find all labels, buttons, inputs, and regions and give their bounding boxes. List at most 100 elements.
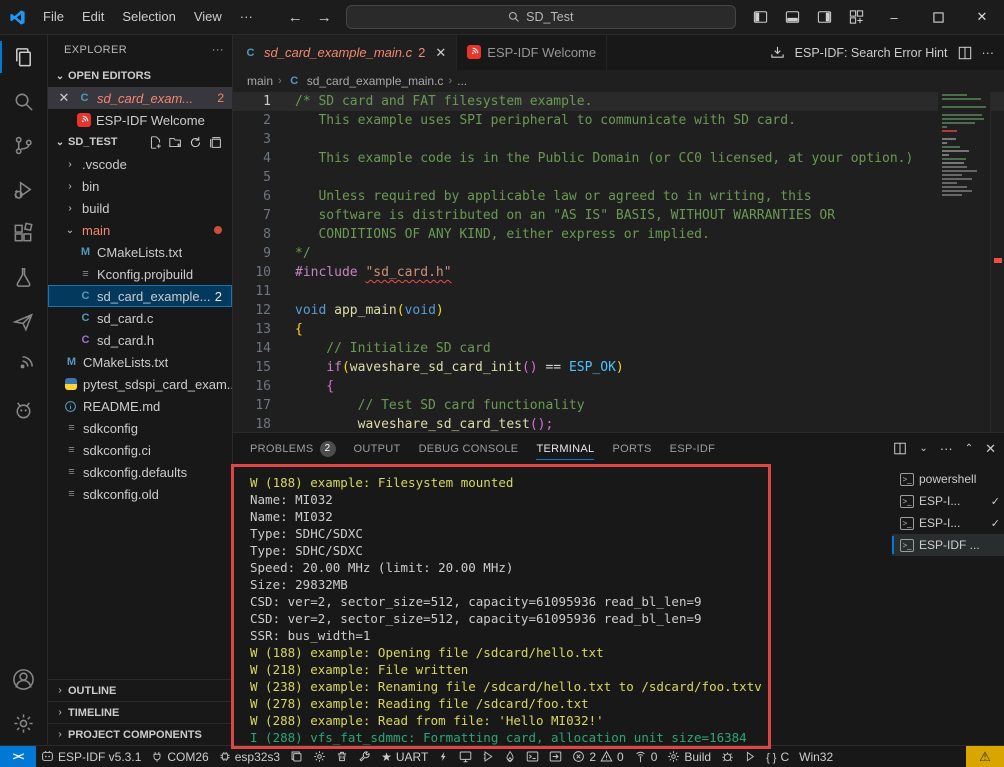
activity-run-debug-icon[interactable] [0, 167, 48, 211]
section-project-components[interactable]: ›PROJECT COMPONENTS [48, 723, 232, 745]
statusbar-debug-start[interactable] [477, 746, 499, 767]
tree-item-sdkconfig[interactable]: ≡ sdkconfig [48, 417, 232, 439]
tree-item--vscode[interactable]: › .vscode [48, 153, 232, 175]
warning-corner-badge[interactable]: ⚠ [966, 746, 1004, 767]
esp-idf-search-error-hint-action[interactable]: ESP-IDF: Search Error Hint [795, 46, 948, 60]
more-actions-icon[interactable]: ··· [940, 441, 953, 456]
activity-account[interactable] [0, 657, 48, 701]
terminal-instance[interactable]: >_ powershell [892, 468, 1004, 490]
menu-view[interactable]: View [185, 6, 231, 28]
statusbar-gear[interactable]: Build [662, 746, 716, 767]
menu-edit[interactable]: Edit [73, 6, 113, 28]
terminal-instance[interactable]: >_ ESP-I... ✓ [892, 490, 1004, 512]
more-actions-icon[interactable]: ··· [982, 46, 995, 60]
statusbar-error-circle[interactable]: 2 0 [567, 746, 628, 767]
section-outline[interactable]: ›OUTLINE [48, 679, 232, 701]
remote-indicator[interactable]: >< [0, 746, 36, 767]
statusbar-trash[interactable] [331, 746, 353, 767]
collapse-all-icon[interactable] [209, 136, 222, 149]
statusbar-gear[interactable] [308, 746, 331, 767]
minimap[interactable] [938, 92, 990, 432]
maximize-button[interactable] [916, 0, 960, 34]
section-timeline[interactable]: ›TIMELINE [48, 701, 232, 723]
split-editor-icon[interactable] [958, 46, 972, 60]
statusbar-lightning[interactable] [433, 746, 454, 767]
activity-idf-tools-icon[interactable] [0, 299, 48, 343]
editor-tab[interactable]: C sd_card_example_main.c 2 ✕ [233, 35, 457, 70]
new-file-icon[interactable] [149, 136, 162, 149]
close-icon[interactable]: ✕ [435, 45, 446, 61]
tree-item-cmakelists-txt[interactable]: M CMakeLists.txt [48, 241, 232, 263]
panel-tab-problems[interactable]: PROBLEMS 2 [241, 433, 345, 464]
activity-bee-bot-icon[interactable] [0, 387, 48, 431]
statusbar-terminal-box[interactable] [521, 746, 544, 767]
activity-search-icon[interactable] [0, 79, 48, 123]
tree-item-pytest-sdspi-card-exam-[interactable]: pytest_sdspi_card_exam... [48, 373, 232, 395]
editor-tab[interactable]: ESP-IDF Welcome [457, 35, 607, 70]
close-window-button[interactable]: ✕ [960, 0, 1004, 34]
breadcrumb-item[interactable]: sd_card_example_main.c [307, 74, 444, 88]
terminal-instance[interactable]: >_ ESP-I... ✓ [892, 512, 1004, 534]
tree-item-sd-card-example-[interactable]: C sd_card_example... 2 [48, 285, 232, 307]
statusbar-chip[interactable]: esp32s3 [214, 746, 285, 767]
panel-tab-esp-idf[interactable]: ESP-IDF [661, 433, 725, 464]
statusbar-flame[interactable] [499, 746, 521, 767]
statusbar-wrench[interactable] [353, 746, 376, 767]
panel-tab-terminal[interactable]: TERMINAL [527, 433, 603, 464]
breadcrumb[interactable]: main›Csd_card_example_main.c›... [233, 70, 1004, 92]
refresh-icon[interactable] [189, 136, 202, 149]
activity-espressif-icon[interactable] [0, 343, 48, 387]
code-editor[interactable]: 1 /* SD card and FAT filesystem example.… [233, 92, 1004, 432]
maximize-panel-icon[interactable]: ⌃ [965, 443, 973, 454]
minimize-button[interactable]: – [872, 0, 916, 34]
terminal-output[interactable]: W (188) example: Filesystem mountedName:… [233, 464, 892, 745]
open-editors-header[interactable]: ⌄ OPEN EDITORS [48, 65, 232, 87]
close-panel-icon[interactable]: ✕ [985, 441, 996, 457]
tree-item-build[interactable]: › build [48, 197, 232, 219]
nav-forward-icon[interactable]: → [317, 9, 332, 26]
toggle-panel-icon[interactable] [776, 3, 808, 31]
tree-item-kconfig-projbuild[interactable]: ≡ Kconfig.projbuild [48, 263, 232, 285]
tree-item-readme-md[interactable]: README.md [48, 395, 232, 417]
open-editor-item[interactable]: ESP-IDF Welcome [48, 109, 232, 131]
statusbar-copy-folder[interactable] [285, 746, 308, 767]
panel-tab-ports[interactable]: PORTS [603, 433, 660, 464]
split-terminal-icon[interactable] [893, 442, 907, 455]
statusbar-arrow-box[interactable] [544, 746, 567, 767]
menu-more[interactable]: ··· [231, 6, 262, 28]
terminal-instance[interactable]: >_ ESP-IDF ... [892, 534, 1004, 556]
toggle-secondary-sidebar-icon[interactable] [808, 3, 840, 31]
breadcrumb-item[interactable]: main [247, 74, 273, 88]
tree-item-sdkconfig-ci[interactable]: ≡ sdkconfig.ci [48, 439, 232, 461]
explorer-more-icon[interactable]: ··· [212, 44, 224, 56]
workspace-root-header[interactable]: ⌄ SD_TEST [48, 131, 232, 153]
tree-item-sd-card-h[interactable]: C sd_card.h [48, 329, 232, 351]
statusbar-star[interactable]: ★ UART [376, 746, 433, 767]
toggle-sidebar-icon[interactable] [744, 3, 776, 31]
tree-item-sdkconfig-defaults[interactable]: ≡ sdkconfig.defaults [48, 461, 232, 483]
panel-tab-debug-console[interactable]: DEBUG CONSOLE [410, 433, 528, 464]
activity-testing-flask-icon[interactable] [0, 255, 48, 299]
tree-item-cmakelists-txt[interactable]: M CMakeLists.txt [48, 351, 232, 373]
statusbar-esp-idf-logo[interactable]: ESP-IDF v5.3.1 [36, 746, 146, 767]
statusbar-plug[interactable]: COM26 [146, 746, 213, 767]
menu-selection[interactable]: Selection [113, 6, 184, 28]
new-folder-icon[interactable] [169, 136, 182, 149]
nav-back-icon[interactable]: ← [288, 9, 303, 26]
statusbar-play[interactable] [739, 746, 761, 767]
panel-tab-output[interactable]: OUTPUT [345, 433, 410, 464]
activity-source-control-icon[interactable] [0, 123, 48, 167]
install-tray-icon[interactable] [770, 45, 785, 60]
tree-item-bin[interactable]: › bin [48, 175, 232, 197]
activity-settings-gear[interactable] [0, 701, 48, 745]
activity-files-icon[interactable] [0, 35, 48, 79]
tree-item-sdkconfig-old[interactable]: ≡ sdkconfig.old [48, 483, 232, 505]
statusbar-antenna[interactable]: 0 [629, 746, 663, 767]
command-center-search[interactable]: SD_Test [346, 5, 736, 29]
menu-file[interactable]: File [34, 6, 73, 28]
tree-item-sd-card-c[interactable]: C sd_card.c [48, 307, 232, 329]
close-icon[interactable]: ✕ [56, 90, 72, 106]
statusbar-win32[interactable]: Win32 [794, 746, 838, 767]
open-editor-item[interactable]: ✕ C sd_card_exam... 2 [48, 87, 232, 109]
statusbar-bug[interactable] [716, 746, 739, 767]
